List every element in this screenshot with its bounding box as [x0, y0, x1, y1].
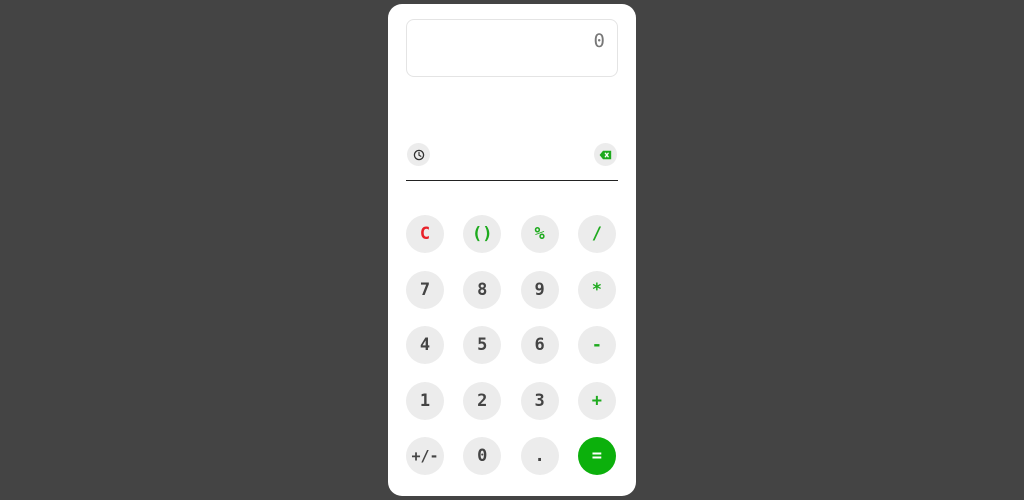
- digit-8-button[interactable]: 8: [463, 270, 502, 309]
- calculator-toolbar: [407, 143, 617, 167]
- digit-7-button[interactable]: 7: [406, 270, 444, 309]
- digit-4-button[interactable]: 4: [406, 326, 444, 364]
- calculator-panel: 0 C () % / 7 8 9 * 4 5 6 - 1 2 3 + +/- 0…: [388, 4, 636, 496]
- negate-button[interactable]: +/-: [406, 437, 444, 475]
- digit-0-button[interactable]: 0: [463, 437, 502, 475]
- percent-button[interactable]: %: [520, 215, 559, 253]
- digit-9-button[interactable]: 9: [520, 270, 559, 309]
- add-button[interactable]: +: [577, 381, 616, 420]
- digit-2-button[interactable]: 2: [463, 381, 502, 420]
- subtract-button[interactable]: -: [577, 326, 616, 364]
- divide-button[interactable]: /: [577, 215, 616, 253]
- parentheses-button[interactable]: (): [463, 215, 502, 253]
- clear-button[interactable]: C: [406, 215, 444, 253]
- display-value: 0: [593, 30, 605, 52]
- digit-6-button[interactable]: 6: [520, 326, 559, 364]
- digit-3-button[interactable]: 3: [520, 381, 559, 420]
- result-display: 0: [406, 19, 618, 77]
- display-divider: [406, 180, 618, 181]
- history-button[interactable]: [407, 143, 430, 166]
- digit-1-button[interactable]: 1: [406, 381, 444, 420]
- backspace-button[interactable]: [594, 143, 617, 166]
- decimal-button[interactable]: .: [520, 437, 559, 475]
- equals-button[interactable]: =: [577, 437, 616, 475]
- backspace-icon: [599, 150, 612, 159]
- keypad: C () % / 7 8 9 * 4 5 6 - 1 2 3 + +/- 0 .…: [406, 215, 618, 475]
- clock-icon: [413, 149, 424, 160]
- digit-5-button[interactable]: 5: [463, 326, 502, 364]
- multiply-button[interactable]: *: [577, 270, 616, 309]
